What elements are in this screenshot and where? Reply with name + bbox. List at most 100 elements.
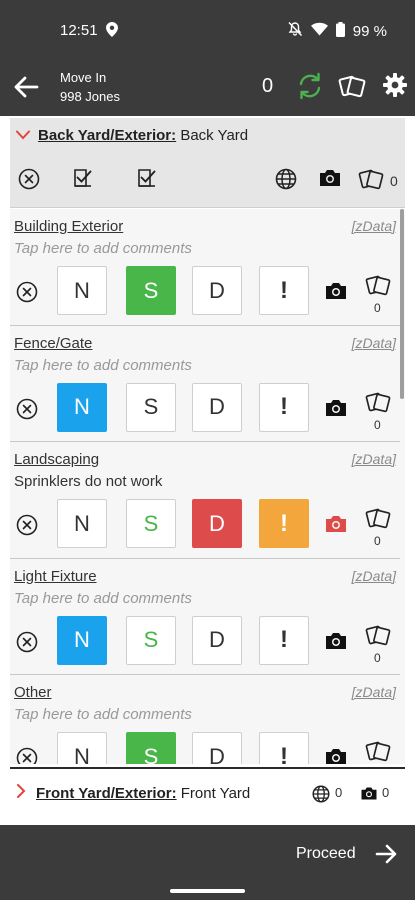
clear-all-icon[interactable] xyxy=(18,168,40,195)
section-photo-count: 0 xyxy=(390,173,398,189)
camera-icon[interactable] xyxy=(360,786,378,801)
photos-icon[interactable] xyxy=(365,389,391,415)
rating-attention-button[interactable]: ! xyxy=(259,266,309,315)
rating-attention-button[interactable]: ! xyxy=(259,732,309,764)
back-arrow-icon[interactable] xyxy=(12,74,40,100)
item-name[interactable]: Building Exterior xyxy=(14,218,123,235)
rating-damaged-button[interactable]: D xyxy=(192,499,242,548)
clear-icon[interactable] xyxy=(16,747,38,764)
comment-field[interactable]: Tap here to add comments xyxy=(14,240,192,257)
rating-new-button[interactable]: N xyxy=(57,615,107,665)
zdata-link[interactable]: [zData] xyxy=(352,335,396,351)
list-item: Fence/Gate [zData] Tap here to add comme… xyxy=(10,325,400,442)
list-item: Light Fixture [zData] Tap here to add co… xyxy=(10,558,400,675)
zdata-link[interactable]: [zData] xyxy=(352,568,396,584)
section-toolbar: 0 xyxy=(10,162,405,198)
camera-icon[interactable] xyxy=(318,168,342,193)
status-time: 12:51 xyxy=(60,22,98,39)
rating-satisfactory-button[interactable]: S xyxy=(126,266,176,315)
globe-icon[interactable] xyxy=(275,168,297,195)
photo-count: 0 xyxy=(374,534,381,548)
rating-new-button[interactable]: N xyxy=(57,732,107,764)
camera-icon[interactable] xyxy=(324,747,348,764)
section-back-yard: Back Yard/Exterior: Back Yard 0 xyxy=(10,118,405,208)
section-value: Back Yard xyxy=(180,127,249,144)
photo-count: 0 xyxy=(374,301,381,315)
photos-icon[interactable] xyxy=(365,738,391,764)
comment-field[interactable]: Sprinklers do not work xyxy=(14,473,162,490)
wifi-icon xyxy=(310,22,328,40)
zdata-link[interactable]: [zData] xyxy=(352,218,396,234)
check-all-alt-icon[interactable] xyxy=(136,167,158,194)
globe-count: 0 xyxy=(335,785,343,800)
status-icons: 99 % xyxy=(287,21,387,41)
gesture-handle[interactable] xyxy=(170,889,245,893)
photo-count: 0 xyxy=(374,650,381,665)
globe-icon[interactable] xyxy=(312,785,330,803)
gear-icon[interactable] xyxy=(382,72,408,98)
photos-icon[interactable] xyxy=(365,505,391,531)
section-name: Back Yard/Exterior: xyxy=(38,127,177,144)
comment-field[interactable]: Tap here to add comments xyxy=(14,706,192,723)
item-name[interactable]: Fence/Gate xyxy=(14,335,92,352)
list-item: Building Exterior [zData] Tap here to ad… xyxy=(10,209,400,326)
camera-icon[interactable] xyxy=(324,281,348,301)
proceed-button[interactable]: Proceed xyxy=(296,845,356,863)
camera-count: 0 xyxy=(382,785,390,800)
item-name[interactable]: Light Fixture xyxy=(14,568,97,585)
photos-icon[interactable] xyxy=(365,622,391,648)
photos-icon[interactable] xyxy=(365,272,391,298)
rating-damaged-button[interactable]: D xyxy=(192,732,242,764)
camera-icon[interactable] xyxy=(324,398,348,418)
photos-icon[interactable] xyxy=(358,166,384,197)
camera-icon[interactable] xyxy=(324,514,348,534)
item-name[interactable]: Other xyxy=(14,684,52,701)
page-title: Move In xyxy=(60,70,107,85)
section-name: Front Yard/Exterior: xyxy=(36,785,177,802)
comment-field[interactable]: Tap here to add comments xyxy=(14,590,192,607)
battery-icon xyxy=(335,21,345,41)
clear-icon[interactable] xyxy=(16,514,38,536)
clear-icon[interactable] xyxy=(16,398,38,420)
scrollbar[interactable] xyxy=(400,209,404,399)
item-name[interactable]: Landscaping xyxy=(14,451,99,468)
chevron-right-icon[interactable] xyxy=(16,784,26,798)
rating-attention-button[interactable]: ! xyxy=(259,499,309,548)
page-subtitle: 998 Jones xyxy=(60,89,120,104)
rating-satisfactory-button[interactable]: S xyxy=(126,499,176,548)
photo-gallery-icon[interactable] xyxy=(338,72,366,100)
zdata-link[interactable]: [zData] xyxy=(352,451,396,467)
section-title-row[interactable]: Back Yard/Exterior: Back Yard xyxy=(16,127,248,144)
camera-icon[interactable] xyxy=(324,631,348,651)
rating-satisfactory-button[interactable]: S xyxy=(126,615,176,665)
bottom-bar: Proceed xyxy=(0,825,415,900)
rating-new-button[interactable]: N xyxy=(57,266,107,315)
location-pin-icon xyxy=(106,22,118,42)
comment-field[interactable]: Tap here to add comments xyxy=(14,357,192,374)
rating-satisfactory-button[interactable]: S xyxy=(126,732,176,764)
rating-damaged-button[interactable]: D xyxy=(192,382,242,432)
item-list: Building Exterior [zData] Tap here to ad… xyxy=(10,209,405,764)
clear-icon[interactable] xyxy=(16,281,38,303)
rating-new-button[interactable]: N xyxy=(57,499,107,548)
rating-damaged-button[interactable]: D xyxy=(192,266,242,315)
arrow-right-icon[interactable] xyxy=(375,844,397,864)
chevron-down-icon[interactable] xyxy=(16,127,30,140)
rating-new-button[interactable]: N xyxy=(57,382,107,432)
rating-damaged-button[interactable]: D xyxy=(192,615,242,665)
section-title-row[interactable]: Front Yard/Exterior: Front Yard xyxy=(16,784,250,802)
section-value: Front Yard xyxy=(180,785,251,802)
list-item: Other [zData] Tap here to add comments N… xyxy=(10,675,400,764)
rating-attention-button[interactable]: ! xyxy=(259,382,309,432)
pending-count: 0 xyxy=(262,75,274,97)
rating-satisfactory-button[interactable]: S xyxy=(126,382,176,432)
app-bar: Move In 998 Jones 0 xyxy=(0,58,415,116)
check-all-icon[interactable] xyxy=(72,167,94,194)
clear-icon[interactable] xyxy=(16,631,38,653)
battery-percent: 99 % xyxy=(352,22,387,40)
section-front-yard[interactable]: Front Yard/Exterior: Front Yard 0 0 xyxy=(10,767,405,815)
zdata-link[interactable]: [zData] xyxy=(352,684,396,700)
sync-icon[interactable] xyxy=(295,71,325,101)
rating-attention-button[interactable]: ! xyxy=(259,615,309,665)
screen: 12:51 99 % Move In 998 Jones 0 Back Yard… xyxy=(0,0,415,900)
